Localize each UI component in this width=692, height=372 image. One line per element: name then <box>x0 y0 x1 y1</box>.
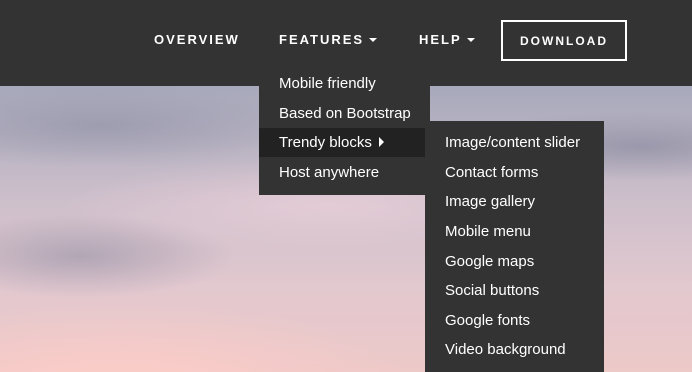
nav-help[interactable]: HELP <box>419 32 475 47</box>
submenu-item-image-gallery[interactable]: Image gallery <box>425 187 604 217</box>
caret-down-icon <box>466 37 475 42</box>
caret-right-icon <box>378 137 384 148</box>
download-button[interactable]: DOWNLOAD <box>501 20 627 61</box>
submenu-item-mobile-menu[interactable]: Mobile menu <box>425 217 604 247</box>
nav-help-label: HELP <box>419 32 462 47</box>
menu-item-trendy-blocks[interactable]: Trendy blocks <box>259 128 430 157</box>
submenu-item-contact-forms[interactable]: Contact forms <box>425 158 604 188</box>
features-dropdown: Mobile friendly Based on Bootstrap Trend… <box>259 66 430 195</box>
menu-item-based-on-bootstrap[interactable]: Based on Bootstrap <box>259 99 430 128</box>
submenu-item-google-maps[interactable]: Google maps <box>425 247 604 277</box>
menu-item-mobile-friendly[interactable]: Mobile friendly <box>259 69 430 98</box>
menu-item-trendy-blocks-label: Trendy blocks <box>279 134 372 151</box>
menu-item-host-anywhere[interactable]: Host anywhere <box>259 158 430 187</box>
trendy-blocks-submenu: Image/content slider Contact forms Image… <box>425 121 604 372</box>
submenu-item-video-background[interactable]: Video background <box>425 335 604 365</box>
nav-overview[interactable]: OVERVIEW <box>154 32 240 47</box>
nav-features[interactable]: FEATURES <box>279 32 378 47</box>
nav-features-label: FEATURES <box>279 32 365 47</box>
submenu-item-image-content-slider[interactable]: Image/content slider <box>425 128 604 158</box>
submenu-item-social-buttons[interactable]: Social buttons <box>425 276 604 306</box>
submenu-item-google-fonts[interactable]: Google fonts <box>425 306 604 336</box>
caret-down-icon <box>369 37 378 42</box>
